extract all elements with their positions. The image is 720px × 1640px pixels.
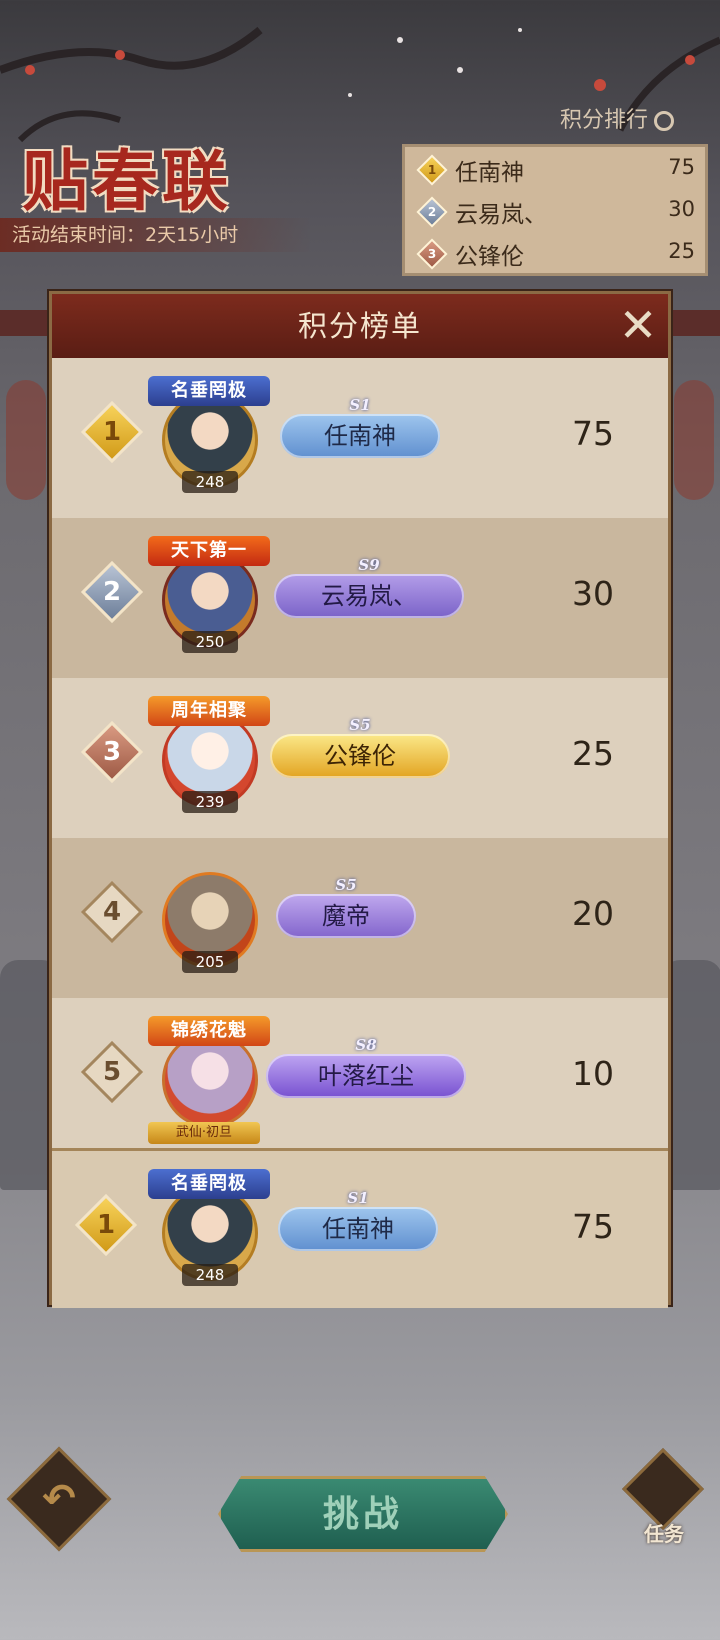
close-icon[interactable]: ✕ — [616, 302, 660, 348]
leaderboard-row[interactable]: 2 天下第一 250 S9 云易岚、 30 — [52, 518, 668, 678]
leaderboard-row[interactable]: 4 205 S5 魔帝 20 — [52, 838, 668, 998]
back-button[interactable]: ↶ — [6, 1446, 112, 1552]
player-name: 云易岚、 — [321, 582, 417, 610]
player-level: 239 — [182, 791, 238, 813]
title-tag: 周年相聚 — [148, 696, 270, 726]
mini-rank-score: 25 — [668, 239, 695, 263]
title-tag: 名垂罔极 — [148, 376, 270, 406]
mini-rank-score: 30 — [668, 197, 695, 221]
leaderboard-panel: 积分榜单 ✕ 1 名垂罔极 248 S1 任南神 75 2 天下第一 250 S… — [49, 291, 671, 1308]
season-label: S8 — [355, 1036, 377, 1054]
mini-rank-header-label: 积分排行 — [560, 108, 649, 133]
season-label: S9 — [358, 556, 380, 574]
rank-badge-icon: 5 — [80, 1040, 144, 1104]
mini-rank-name: 任南神 — [455, 160, 524, 186]
player-level: 250 — [182, 631, 238, 653]
player-name-plate: S5 公锋伦 — [270, 716, 450, 778]
mini-rank-row: 3 公锋伦 25 — [415, 235, 695, 271]
player-name: 魔帝 — [322, 902, 370, 930]
player-avatar[interactable] — [162, 1032, 258, 1128]
mini-rank-row: 2 云易岚、 30 — [415, 193, 695, 229]
player-score: 75 — [572, 414, 614, 453]
background-lantern — [674, 380, 714, 500]
title-tag: 天下第一 — [148, 536, 270, 566]
player-score: 30 — [572, 574, 614, 613]
rank-badge-icon: 2 — [80, 560, 144, 624]
leaderboard-row[interactable]: 5 锦绣花魁 武仙·初旦 S8 叶落红尘 10 — [52, 998, 668, 1158]
mini-rank-score: 75 — [668, 155, 695, 179]
rank-badge-icon: 3 — [416, 238, 448, 270]
title-tag: 名垂罔极 — [148, 1169, 270, 1199]
player-name: 任南神 — [324, 422, 396, 450]
season-label: S1 — [349, 396, 371, 414]
player-score: 25 — [572, 734, 614, 773]
season-label: S1 — [347, 1189, 369, 1207]
mini-rank-name: 云易岚、 — [455, 202, 547, 228]
event-title: 贴春联 — [22, 142, 232, 220]
season-label: S5 — [349, 716, 371, 734]
player-name: 任南神 — [322, 1215, 394, 1243]
mini-rank-header[interactable]: 积分排行 — [560, 102, 675, 134]
self-rank-row[interactable]: 1 名垂罔极 248 S1 任南神 75 — [52, 1148, 668, 1308]
player-name-plate: S5 魔帝 — [276, 876, 416, 938]
rank-badge-icon: 1 — [80, 400, 144, 464]
rank-badge-icon: 3 — [80, 720, 144, 784]
leaderboard-row[interactable]: 3 周年相聚 239 S5 公锋伦 25 — [52, 678, 668, 838]
search-icon — [654, 111, 675, 131]
player-level: 205 — [182, 951, 238, 973]
player-name-plate: S1 任南神 — [278, 1189, 438, 1251]
rank-badge-icon: 4 — [80, 880, 144, 944]
leaderboard-row[interactable]: 1 名垂罔极 248 S1 任南神 75 — [52, 358, 668, 518]
season-label: S5 — [335, 876, 357, 894]
player-name-plate: S8 叶落红尘 — [266, 1036, 466, 1098]
player-score: 20 — [572, 894, 614, 933]
player-score: 10 — [572, 1054, 614, 1093]
mini-rank-row: 1 任南神 75 — [415, 151, 695, 187]
task-label: 任务 — [644, 1522, 684, 1546]
player-name: 叶落红尘 — [318, 1062, 414, 1090]
mini-rank-list: 1 任南神 75 2 云易岚、 30 3 公锋伦 25 — [402, 144, 708, 276]
player-name-plate: S1 任南神 — [280, 396, 440, 458]
rank-badge-icon: 1 — [74, 1193, 138, 1257]
player-score: 75 — [572, 1207, 614, 1246]
player-name: 公锋伦 — [324, 742, 396, 770]
event-end-time: 活动结束时间：2天15小时 — [0, 218, 312, 252]
mini-rank-name: 公锋伦 — [455, 244, 524, 270]
back-arrow-icon: ↶ — [42, 1476, 76, 1522]
panel-title: 积分榜单 — [52, 294, 668, 358]
title-tag: 锦绣花魁 — [148, 1016, 270, 1046]
player-name-plate: S9 云易岚、 — [274, 556, 464, 618]
sub-title-tag: 武仙·初旦 — [148, 1122, 260, 1144]
player-level: 248 — [182, 471, 238, 493]
challenge-button[interactable]: 挑战 — [218, 1476, 508, 1552]
background-lantern — [6, 380, 46, 500]
task-button[interactable]: 任务 — [621, 1447, 705, 1550]
rank-badge-icon: 1 — [416, 154, 448, 186]
player-level: 248 — [182, 1264, 238, 1286]
rank-badge-icon: 2 — [416, 196, 448, 228]
